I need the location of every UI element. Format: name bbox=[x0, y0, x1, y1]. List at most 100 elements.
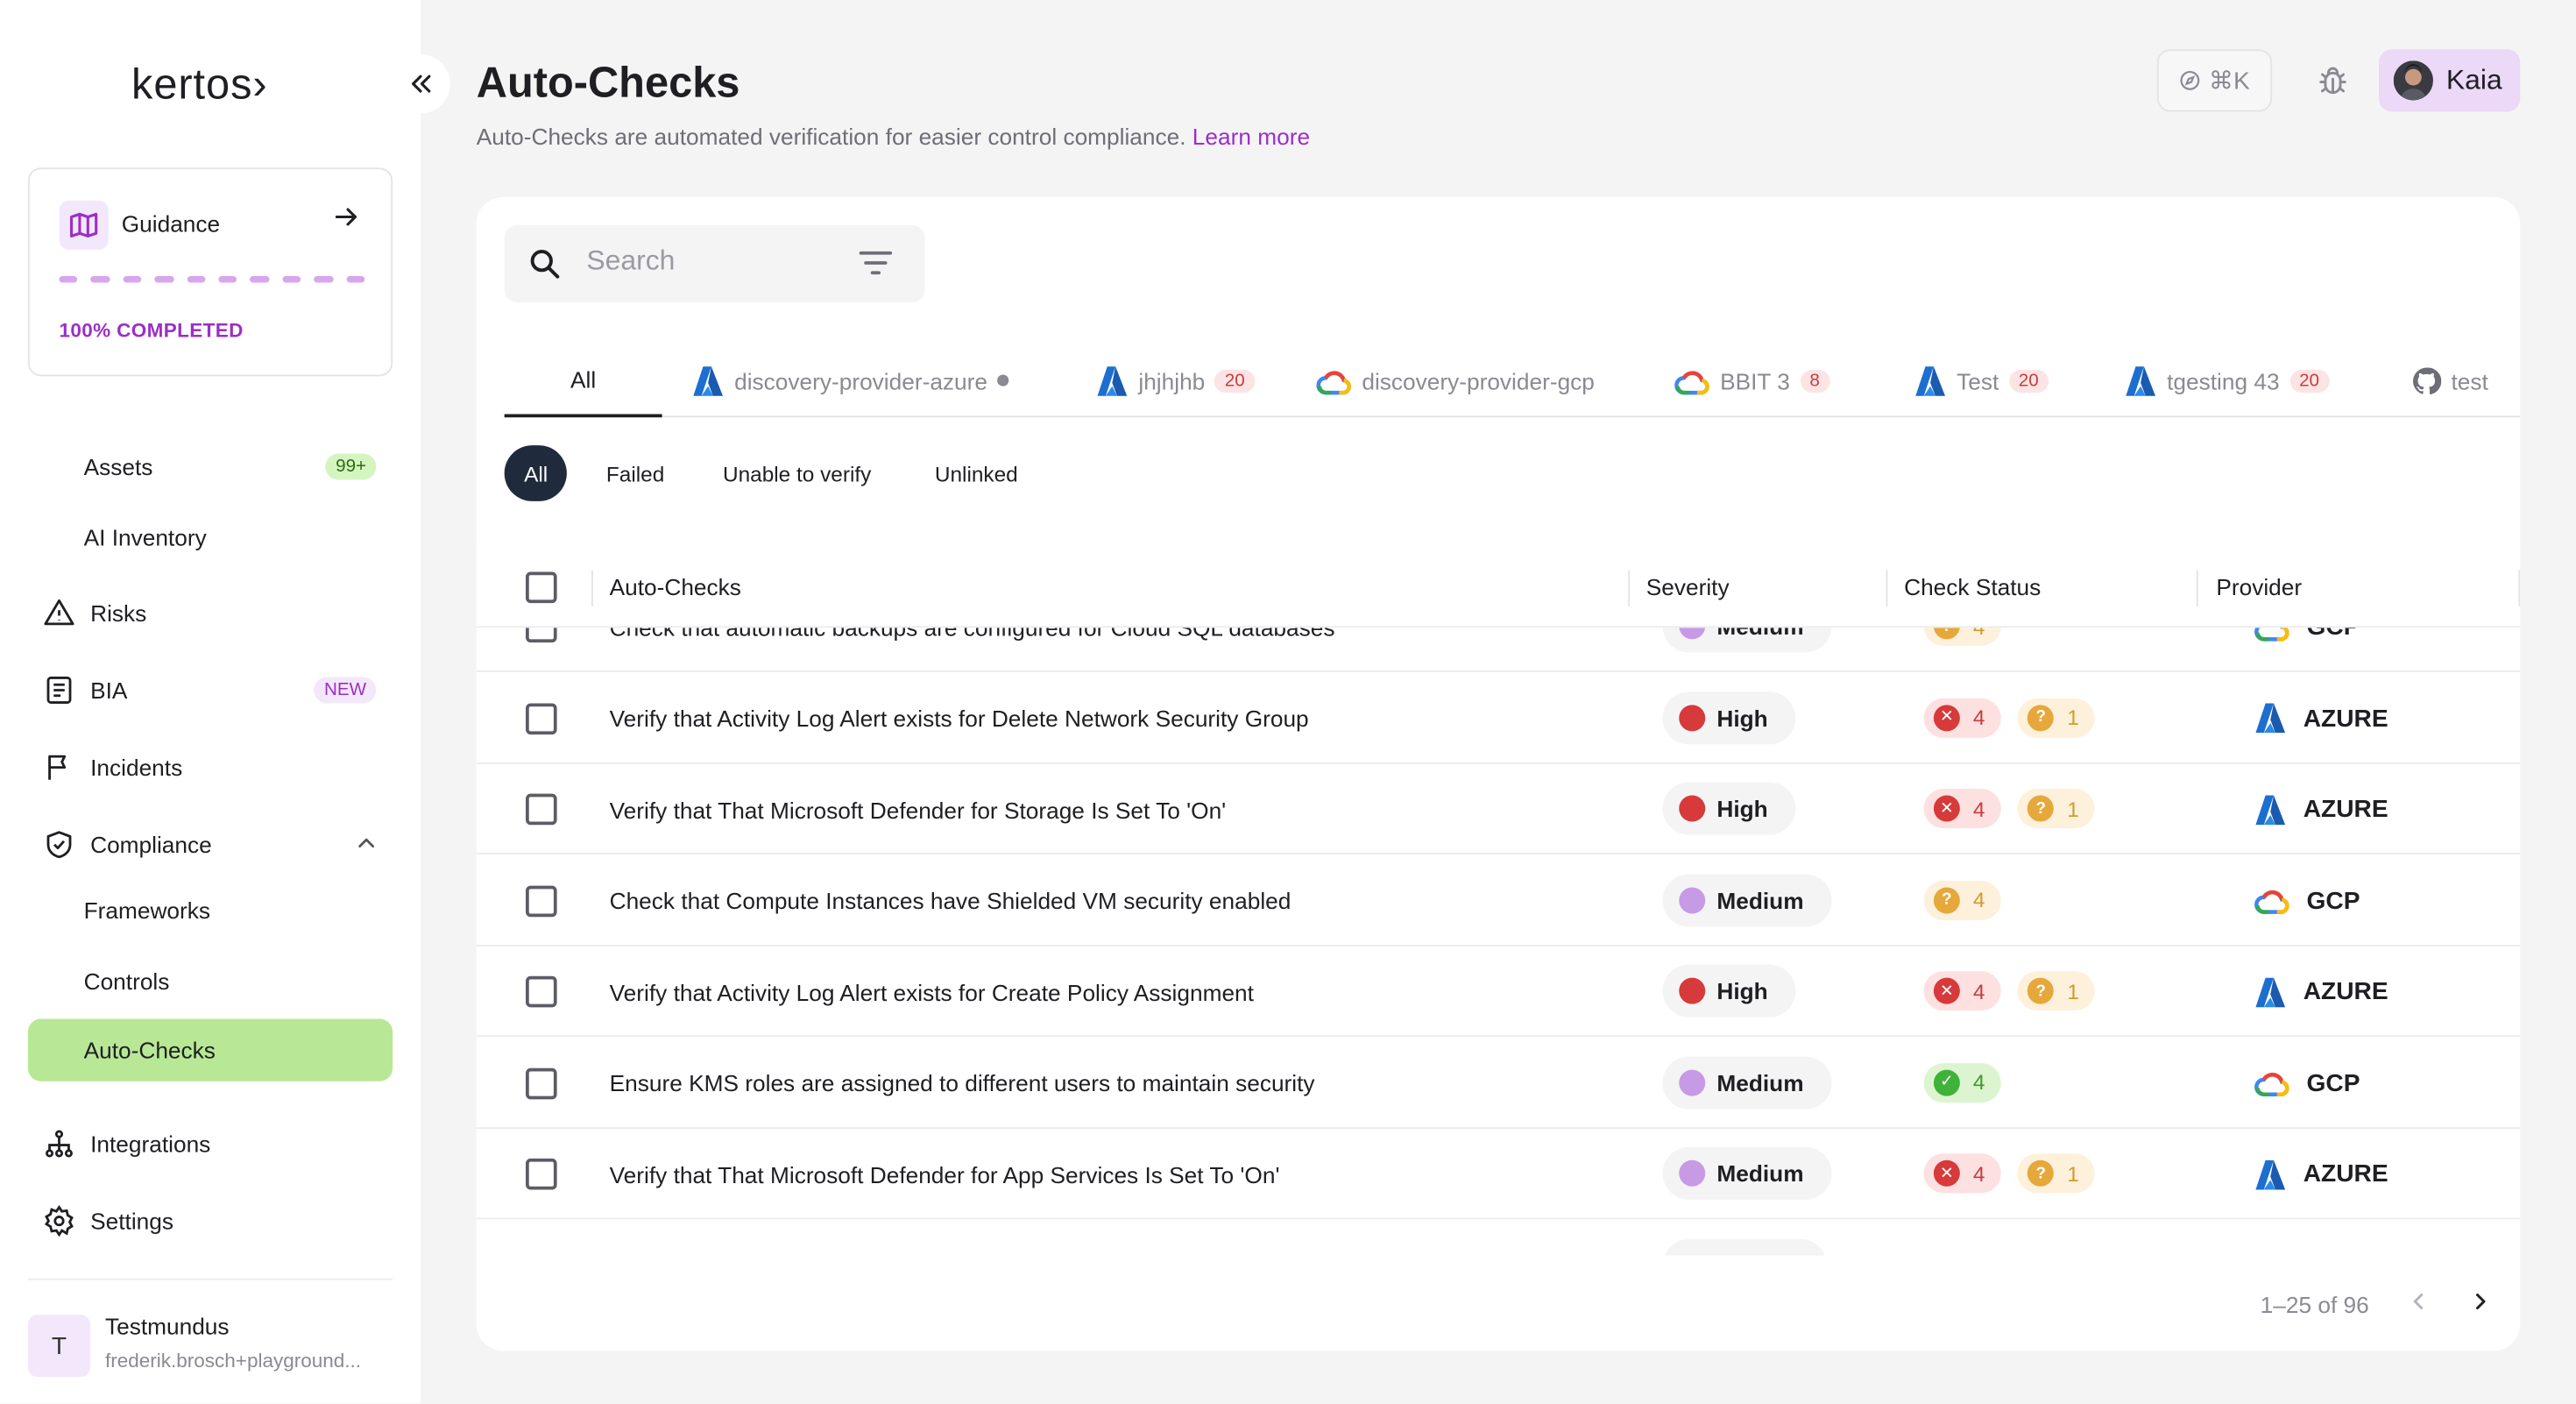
tab-discovery-provider-gcp[interactable]: discovery-provider-gcp bbox=[1316, 345, 1595, 416]
row-checkbox[interactable] bbox=[526, 884, 557, 917]
unverified-count-badge: ? 1 bbox=[2017, 971, 2096, 1011]
status-dot bbox=[997, 374, 1009, 386]
tab-tgesting-43[interactable]: tgesting 43 20 bbox=[2124, 345, 2330, 416]
tab-bbit-3[interactable]: BBIT 3 8 bbox=[1674, 345, 1830, 416]
azure-icon bbox=[2254, 1159, 2288, 1189]
question-circle-icon: ? bbox=[2028, 1159, 2055, 1187]
app-root: kertos› Guidance 100% COMPLETED Assets 9… bbox=[0, 0, 2576, 1404]
auto-check-name[interactable]: Verify that Activity Log Alert exists fo… bbox=[610, 947, 1254, 1037]
sidebar-item-controls[interactable]: Controls bbox=[28, 950, 393, 1012]
provider-cell: AZURE bbox=[2254, 764, 2388, 854]
table-row[interactable]: Check that automatic backups are configu… bbox=[476, 628, 2521, 672]
sidebar-item-frameworks[interactable]: Frameworks bbox=[28, 879, 393, 941]
column-auto-checks[interactable]: Auto-Checks bbox=[610, 546, 741, 628]
select-all-checkbox-cell[interactable] bbox=[526, 546, 557, 628]
tab-test[interactable]: Test 20 bbox=[1914, 345, 2049, 416]
learn-more-link[interactable]: Learn more bbox=[1192, 124, 1310, 150]
filter-all[interactable]: All bbox=[504, 445, 568, 501]
user-menu[interactable]: Kaia bbox=[2379, 49, 2521, 112]
chevron-up-icon[interactable] bbox=[353, 829, 379, 861]
table-row[interactable]: Check that Compute Instances have Shield… bbox=[476, 855, 2521, 947]
sidebar-item-label: Compliance bbox=[90, 831, 212, 858]
sidebar-item-label: AI Inventory bbox=[83, 524, 207, 551]
auto-check-name[interactable]: Verify that That Microsoft Defender for … bbox=[610, 1129, 1280, 1219]
severity-dot bbox=[1679, 886, 1706, 913]
severity-badge: Medium bbox=[1662, 1146, 1832, 1200]
tab-all[interactable]: All bbox=[504, 345, 662, 418]
sidebar-item-bia[interactable]: BIA NEW bbox=[28, 659, 393, 721]
table-row[interactable]: Ensure KMS roles are assigned to differe… bbox=[476, 1038, 2521, 1129]
table-row[interactable]: Verify that That Microsoft Defender for … bbox=[476, 764, 2521, 854]
column-check-status[interactable]: Check Status bbox=[1904, 546, 2041, 628]
column-provider[interactable]: Provider bbox=[2216, 546, 2302, 628]
check-circle-icon: ✓ bbox=[1933, 1068, 1960, 1096]
chevron-left-icon bbox=[2413, 1293, 2424, 1309]
tab-test-github[interactable]: test bbox=[2412, 345, 2488, 416]
guidance-label: Guidance bbox=[121, 210, 221, 237]
sidebar-item-label: Settings bbox=[90, 1208, 173, 1235]
sidebar-item-integrations[interactable]: Integrations bbox=[28, 1112, 393, 1174]
filter-icon[interactable] bbox=[859, 250, 893, 284]
row-checkbox[interactable] bbox=[526, 1158, 557, 1190]
next-page-button[interactable] bbox=[2467, 1287, 2494, 1322]
search-input[interactable] bbox=[586, 245, 833, 278]
guidance-progress-text: 100% COMPLETED bbox=[59, 318, 244, 342]
arrow-right-icon[interactable] bbox=[332, 202, 362, 242]
unverified-count-badge: ?4 bbox=[1923, 880, 2002, 920]
row-checkbox[interactable] bbox=[526, 702, 557, 734]
table-row[interactable]: Verify that Activity Log Alert exists fo… bbox=[476, 673, 2521, 763]
row-checkbox[interactable] bbox=[526, 793, 557, 826]
filter-failed[interactable]: Failed bbox=[586, 445, 683, 501]
row-checkbox[interactable] bbox=[526, 628, 557, 643]
failed-count-badge: ✕ 4 bbox=[1923, 697, 2002, 737]
sidebar-item-auto-checks[interactable]: Auto-Checks bbox=[27, 1018, 393, 1081]
auto-check-name[interactable]: Check that Compute Instances have Shield… bbox=[610, 855, 1292, 946]
table-row[interactable]: Verify that That Microsoft Defender for … bbox=[476, 1129, 2521, 1220]
tab-jhjhjhb[interactable]: jhjhjhb 20 bbox=[1096, 345, 1256, 416]
row-checkbox[interactable] bbox=[526, 1067, 557, 1099]
sidebar-item-settings[interactable]: Settings bbox=[28, 1190, 393, 1252]
org-name: Testmundus bbox=[105, 1313, 230, 1340]
filter-unable-to-verify[interactable]: Unable to verify bbox=[704, 445, 891, 501]
kertos-logo[interactable]: kertos› bbox=[131, 60, 268, 110]
integrations-icon bbox=[41, 1125, 77, 1161]
command-palette-button[interactable]: ⌘K bbox=[2156, 49, 2273, 112]
tab-discovery-provider-azure[interactable]: discovery-provider-azure bbox=[691, 345, 1009, 416]
row-checkbox[interactable] bbox=[526, 975, 557, 1008]
sidebar-item-ai-inventory[interactable]: AI Inventory bbox=[28, 507, 393, 569]
question-circle-icon: ? bbox=[2028, 704, 2055, 731]
unverified-count-badge: ?4 bbox=[1923, 628, 2002, 646]
auto-check-name[interactable]: Verify that Activity Log Alert exists fo… bbox=[610, 673, 1309, 763]
sidebar-item-label: Risks bbox=[90, 599, 147, 627]
auto-check-name[interactable]: Verify that That Microsoft Defender for … bbox=[610, 764, 1227, 854]
filter-unlinked[interactable]: Unlinked bbox=[915, 445, 1037, 501]
auto-check-name[interactable]: Ensure KMS roles are assigned to differe… bbox=[610, 1038, 1315, 1128]
severity-badge: High bbox=[1662, 964, 1796, 1018]
auto-check-name[interactable]: Check that automatic backups are configu… bbox=[610, 628, 1335, 672]
search-box[interactable] bbox=[504, 224, 925, 302]
prev-page-button[interactable] bbox=[2405, 1287, 2431, 1322]
search-icon bbox=[527, 246, 562, 289]
x-circle-icon: ✕ bbox=[1933, 1159, 1960, 1187]
provider-cell: GCP bbox=[2254, 855, 2360, 946]
sidebar-item-compliance[interactable]: Compliance bbox=[28, 813, 393, 876]
check-status: ?4 bbox=[1923, 628, 2002, 646]
select-all-checkbox[interactable] bbox=[526, 571, 557, 603]
tab-count-badge: 8 bbox=[1800, 368, 1830, 393]
org-switcher[interactable]: T Testmundus frederik.brosch+playground.… bbox=[27, 1311, 393, 1384]
sidebar-item-risks[interactable]: Risks bbox=[28, 582, 393, 644]
bug-report-button[interactable] bbox=[2300, 49, 2366, 111]
azure-icon bbox=[2126, 365, 2155, 395]
check-status: ✓ 4 bbox=[1923, 1062, 2002, 1103]
azure-icon bbox=[2254, 794, 2288, 825]
guidance-card[interactable]: Guidance 100% COMPLETED bbox=[27, 167, 393, 377]
severity-badge: High bbox=[1662, 782, 1796, 835]
table-body: Check that automatic backups are configu… bbox=[476, 628, 2521, 1256]
collapse-sidebar-button[interactable] bbox=[391, 53, 450, 114]
sidebar: kertos› Guidance 100% COMPLETED Assets 9… bbox=[0, 0, 421, 1404]
sidebar-item-incidents[interactable]: Incidents bbox=[28, 736, 393, 798]
auto-checks-card: All discovery-provider-azure jhjhjhb 20 … bbox=[476, 197, 2521, 1351]
table-row[interactable]: Verify that Activity Log Alert exists fo… bbox=[476, 947, 2521, 1038]
column-severity[interactable]: Severity bbox=[1646, 546, 1730, 628]
sidebar-item-assets[interactable]: Assets 99+ bbox=[28, 436, 393, 498]
